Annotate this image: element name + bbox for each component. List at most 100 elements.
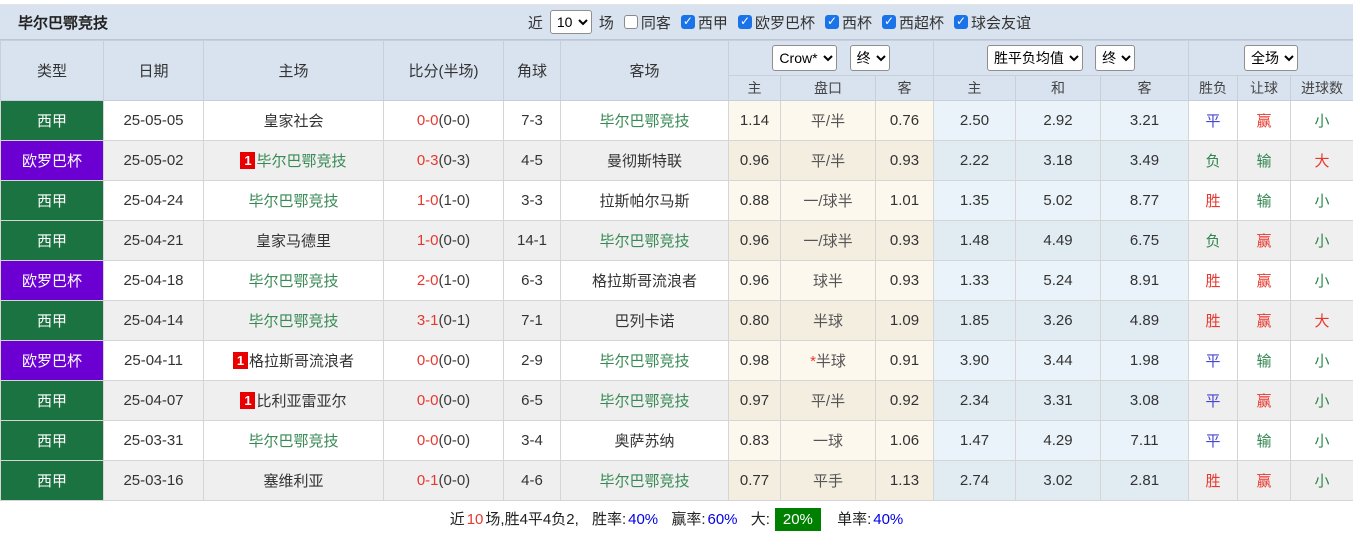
handicap-away-odds: 1.13 <box>876 461 934 501</box>
table-head: 类型 日期 主场 比分(半场) 角球 客场 Crow* 终 胜平负均值 终 全场 <box>1 41 1353 101</box>
rank-badge: 1 <box>240 392 255 409</box>
avg-draw-odds: 3.44 <box>1016 341 1101 381</box>
wdl-result: 胜 <box>1189 261 1238 301</box>
filter-label: 西杯 <box>842 12 872 33</box>
laliga-checkbox[interactable] <box>681 15 695 29</box>
home-team-name: 比利亚雷亚尔 <box>256 393 346 410</box>
subcol-avg-draw: 和 <box>1016 76 1101 101</box>
subcol-handicap-away: 客 <box>876 76 934 101</box>
score: 1-0(1-0) <box>384 181 504 221</box>
same-away-checkbox[interactable] <box>624 15 638 29</box>
result-group: 全场 <box>1189 41 1353 76</box>
home-team-name: 毕尔巴鄂竞技 <box>248 273 338 290</box>
home-team-name: 皇家马德里 <box>256 233 331 250</box>
league-badge: 欧罗巴杯 <box>1 341 104 381</box>
away-team: 巴列卡诺 <box>561 301 729 341</box>
col-corner: 角球 <box>504 41 561 101</box>
handicap-text: 平手 <box>813 473 843 490</box>
halftime-score: (0-0) <box>439 472 471 489</box>
corners: 7-1 <box>504 301 561 341</box>
avg-draw-odds: 3.18 <box>1016 141 1101 181</box>
corners: 4-5 <box>504 141 561 181</box>
wdl-result: 胜 <box>1189 461 1238 501</box>
match-date: 25-04-18 <box>104 261 204 301</box>
league-badge: 西甲 <box>1 181 104 221</box>
avg-home-odds: 2.50 <box>934 101 1016 141</box>
score: 0-3(0-3) <box>384 141 504 181</box>
avg-draw-odds: 3.26 <box>1016 301 1101 341</box>
filter-label: 西超杯 <box>899 12 944 33</box>
handicap-away-odds: 1.06 <box>876 421 934 461</box>
recent-count-select[interactable]: 10 <box>550 10 592 34</box>
odds-company-select[interactable]: Crow* <box>772 45 837 71</box>
corners: 3-4 <box>504 421 561 461</box>
handicap-home-odds: 0.77 <box>729 461 781 501</box>
away-team: 毕尔巴鄂竞技 <box>561 341 729 381</box>
friendly-checkbox[interactable] <box>954 15 968 29</box>
table-row: 欧罗巴杯 25-05-02 1毕尔巴鄂竞技 0-3(0-3) 4-5 曼彻斯特联… <box>1 141 1353 181</box>
handicap-home-odds: 0.96 <box>729 221 781 261</box>
goals-result: 小 <box>1291 181 1353 221</box>
avg-draw-odds: 5.02 <box>1016 181 1101 221</box>
corners: 6-3 <box>504 261 561 301</box>
avg-draw-odds: 2.92 <box>1016 101 1101 141</box>
home-team-name: 皇家社会 <box>263 113 323 130</box>
home-team-name: 毕尔巴鄂竞技 <box>248 313 338 330</box>
avg-away-odds: 3.21 <box>1101 101 1189 141</box>
letball-result: 赢 <box>1238 221 1291 261</box>
goals-result: 小 <box>1291 421 1353 461</box>
handicap-line: 平/半 <box>781 381 876 421</box>
filter-copa: 西杯 <box>819 12 872 33</box>
halftime-score: (0-0) <box>439 392 471 409</box>
avg-away-odds: 2.81 <box>1101 461 1189 501</box>
avg-home-odds: 3.90 <box>934 341 1016 381</box>
letball-result: 赢 <box>1238 261 1291 301</box>
supercup-checkbox[interactable] <box>882 15 896 29</box>
score: 0-0(0-0) <box>384 341 504 381</box>
handicap-text: 平/半 <box>811 113 845 130</box>
big-rate-value: 20% <box>775 508 821 531</box>
odds-company-time-select[interactable]: 终 <box>850 45 890 71</box>
avg-away-odds: 4.89 <box>1101 301 1189 341</box>
corners: 3-3 <box>504 181 561 221</box>
score: 3-1(0-1) <box>384 301 504 341</box>
halftime-score: (1-0) <box>439 192 471 209</box>
single-rate-value: 40% <box>873 511 903 528</box>
goals-result: 小 <box>1291 261 1353 301</box>
table-row: 西甲 25-04-24 毕尔巴鄂竞技 1-0(1-0) 3-3 拉斯帕尔马斯 0… <box>1 181 1353 221</box>
wdl-time-select[interactable]: 终 <box>1095 45 1135 71</box>
team-title: 毕尔巴鄂竞技 <box>0 12 108 33</box>
panel-header: 毕尔巴鄂竞技 近 10 场 同客 西甲 欧罗巴杯 西杯 <box>0 5 1353 40</box>
copa-checkbox[interactable] <box>825 15 839 29</box>
handicap-line: 平/半 <box>781 101 876 141</box>
avg-home-odds: 2.34 <box>934 381 1016 421</box>
halftime-score: (0-0) <box>439 232 471 249</box>
table-row: 西甲 25-04-14 毕尔巴鄂竞技 3-1(0-1) 7-1 巴列卡诺 0.8… <box>1 301 1353 341</box>
league-badge: 西甲 <box>1 381 104 421</box>
handicap-text: 半球 <box>816 353 846 370</box>
col-score: 比分(半场) <box>384 41 504 101</box>
corners: 4-6 <box>504 461 561 501</box>
handicap-line: 球半 <box>781 261 876 301</box>
odds-win-rate-value: 60% <box>708 511 738 528</box>
subcol-handicap-home: 主 <box>729 76 781 101</box>
fulltime-score: 1-0 <box>417 232 439 249</box>
away-team-name: 毕尔巴鄂竞技 <box>599 113 689 130</box>
avg-away-odds: 8.77 <box>1101 181 1189 221</box>
avg-home-odds: 1.35 <box>934 181 1016 221</box>
handicap-line: 半球 <box>781 301 876 341</box>
wdl-average-select[interactable]: 胜平负均值 <box>987 45 1083 71</box>
letball-result: 赢 <box>1238 101 1291 141</box>
halftime-score: (0-1) <box>439 312 471 329</box>
filter-label: 西甲 <box>698 12 728 33</box>
home-team-name: 塞维利亚 <box>263 473 323 490</box>
away-team-name: 曼彻斯特联 <box>607 153 682 170</box>
result-scope-select[interactable]: 全场 <box>1244 45 1298 71</box>
europa-checkbox[interactable] <box>738 15 752 29</box>
table-row: 西甲 25-05-05 皇家社会 0-0(0-0) 7-3 毕尔巴鄂竞技 1.1… <box>1 101 1353 141</box>
letball-result: 输 <box>1238 421 1291 461</box>
table-row: 欧罗巴杯 25-04-11 1格拉斯哥流浪者 0-0(0-0) 2-9 毕尔巴鄂… <box>1 341 1353 381</box>
handicap-home-odds: 0.83 <box>729 421 781 461</box>
home-team: 1比利亚雷亚尔 <box>204 381 384 421</box>
away-team-name: 拉斯帕尔马斯 <box>599 193 689 210</box>
